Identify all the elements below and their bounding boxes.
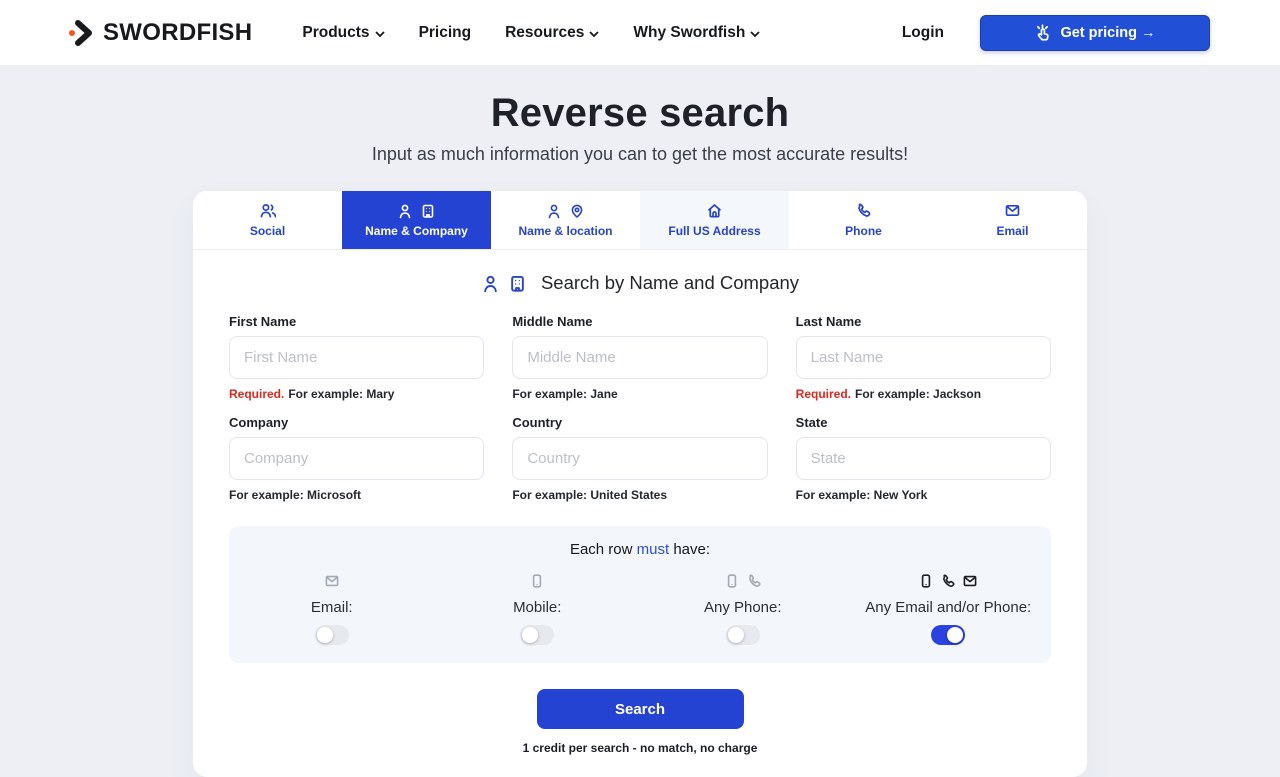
tab-phone[interactable]: Phone: [789, 191, 938, 249]
field-state: State For example: New York: [796, 415, 1051, 502]
reverse-search-card: Social Name & Company Name & location Fu…: [193, 191, 1087, 777]
page-title: Reverse search: [0, 91, 1280, 136]
mobile-toggle[interactable]: [520, 625, 554, 645]
tab-name-location[interactable]: Name & location: [491, 191, 640, 249]
person-icon: [546, 203, 562, 219]
requirement-any-phone: Any Phone:: [640, 572, 846, 645]
person-icon: [397, 203, 413, 219]
get-pricing-button[interactable]: Get pricing →: [980, 15, 1210, 51]
nav-item-resources[interactable]: Resources: [505, 24, 599, 42]
tab-name-company[interactable]: Name & Company: [342, 191, 491, 249]
tab-social[interactable]: Social: [193, 191, 342, 249]
email-toggle[interactable]: [315, 625, 349, 645]
swordfish-logo-icon: [68, 19, 96, 47]
company-input[interactable]: [229, 437, 484, 480]
mobile-icon: [724, 573, 740, 589]
chevron-down-icon: [375, 31, 385, 37]
building-icon: [508, 274, 527, 293]
search-type-tabs: Social Name & Company Name & location Fu…: [193, 191, 1087, 250]
state-input[interactable]: [796, 437, 1051, 480]
person-icon: [481, 274, 500, 293]
envelope-icon: [962, 573, 978, 589]
field-company: Company For example: Microsoft: [229, 415, 484, 502]
last-name-input[interactable]: [796, 336, 1051, 379]
requirement-mobile: Mobile:: [435, 572, 641, 645]
building-icon: [420, 203, 436, 219]
people-icon: [259, 202, 276, 219]
chevron-down-icon: [589, 31, 599, 37]
nav-right: Login Get pricing →: [902, 15, 1210, 51]
phone-icon: [855, 202, 872, 219]
click-hand-icon: [1034, 24, 1051, 41]
nav-item-pricing[interactable]: Pricing: [419, 24, 472, 42]
location-pin-icon: [569, 203, 585, 219]
country-input[interactable]: [512, 437, 767, 480]
tab-email[interactable]: Email: [938, 191, 1087, 249]
brand-name: SWORDFISH: [103, 19, 252, 47]
requirement-email: Email:: [229, 572, 435, 645]
row-requirements-box: Each row must have: Email: Mobile:: [229, 526, 1051, 663]
chevron-down-icon: [750, 31, 760, 37]
swordfish-logo[interactable]: SWORDFISH: [68, 19, 252, 47]
nav-item-why-swordfish[interactable]: Why Swordfish: [633, 24, 760, 42]
section-title: Search by Name and Company: [193, 272, 1087, 294]
field-last-name: Last Name Required.For example: Jackson: [796, 314, 1051, 401]
middle-name-input[interactable]: [512, 336, 767, 379]
login-link[interactable]: Login: [902, 24, 944, 42]
home-icon: [706, 202, 723, 219]
phone-icon: [940, 573, 956, 589]
field-middle-name: Middle Name For example: Jane: [512, 314, 767, 401]
any-email-phone-toggle[interactable]: [931, 625, 965, 645]
requirement-any-email-or-phone: Any Email and/or Phone:: [846, 572, 1052, 645]
tab-full-us-address[interactable]: Full US Address: [640, 191, 789, 249]
search-button[interactable]: Search: [537, 689, 744, 729]
requirements-title: Each row must have:: [229, 541, 1051, 558]
field-first-name: First Name Required.For example: Mary: [229, 314, 484, 401]
search-form: First Name Required.For example: Mary Mi…: [193, 294, 1087, 510]
top-navbar: SWORDFISH Products Pricing Resources Why…: [0, 0, 1280, 65]
main-nav: Products Pricing Resources Why Swordfish: [302, 24, 760, 42]
envelope-icon: [1004, 202, 1021, 219]
phone-icon: [746, 573, 762, 589]
mobile-icon: [529, 573, 545, 589]
hero: Reverse search Input as much information…: [0, 65, 1280, 165]
envelope-icon: [324, 573, 340, 589]
credit-note: 1 credit per search - no match, no charg…: [193, 741, 1087, 755]
nav-item-products[interactable]: Products: [302, 24, 384, 42]
first-name-input[interactable]: [229, 336, 484, 379]
field-country: Country For example: United States: [512, 415, 767, 502]
page-subtitle: Input as much information you can to get…: [0, 144, 1280, 165]
any-phone-toggle[interactable]: [726, 625, 760, 645]
mobile-icon: [918, 573, 934, 589]
